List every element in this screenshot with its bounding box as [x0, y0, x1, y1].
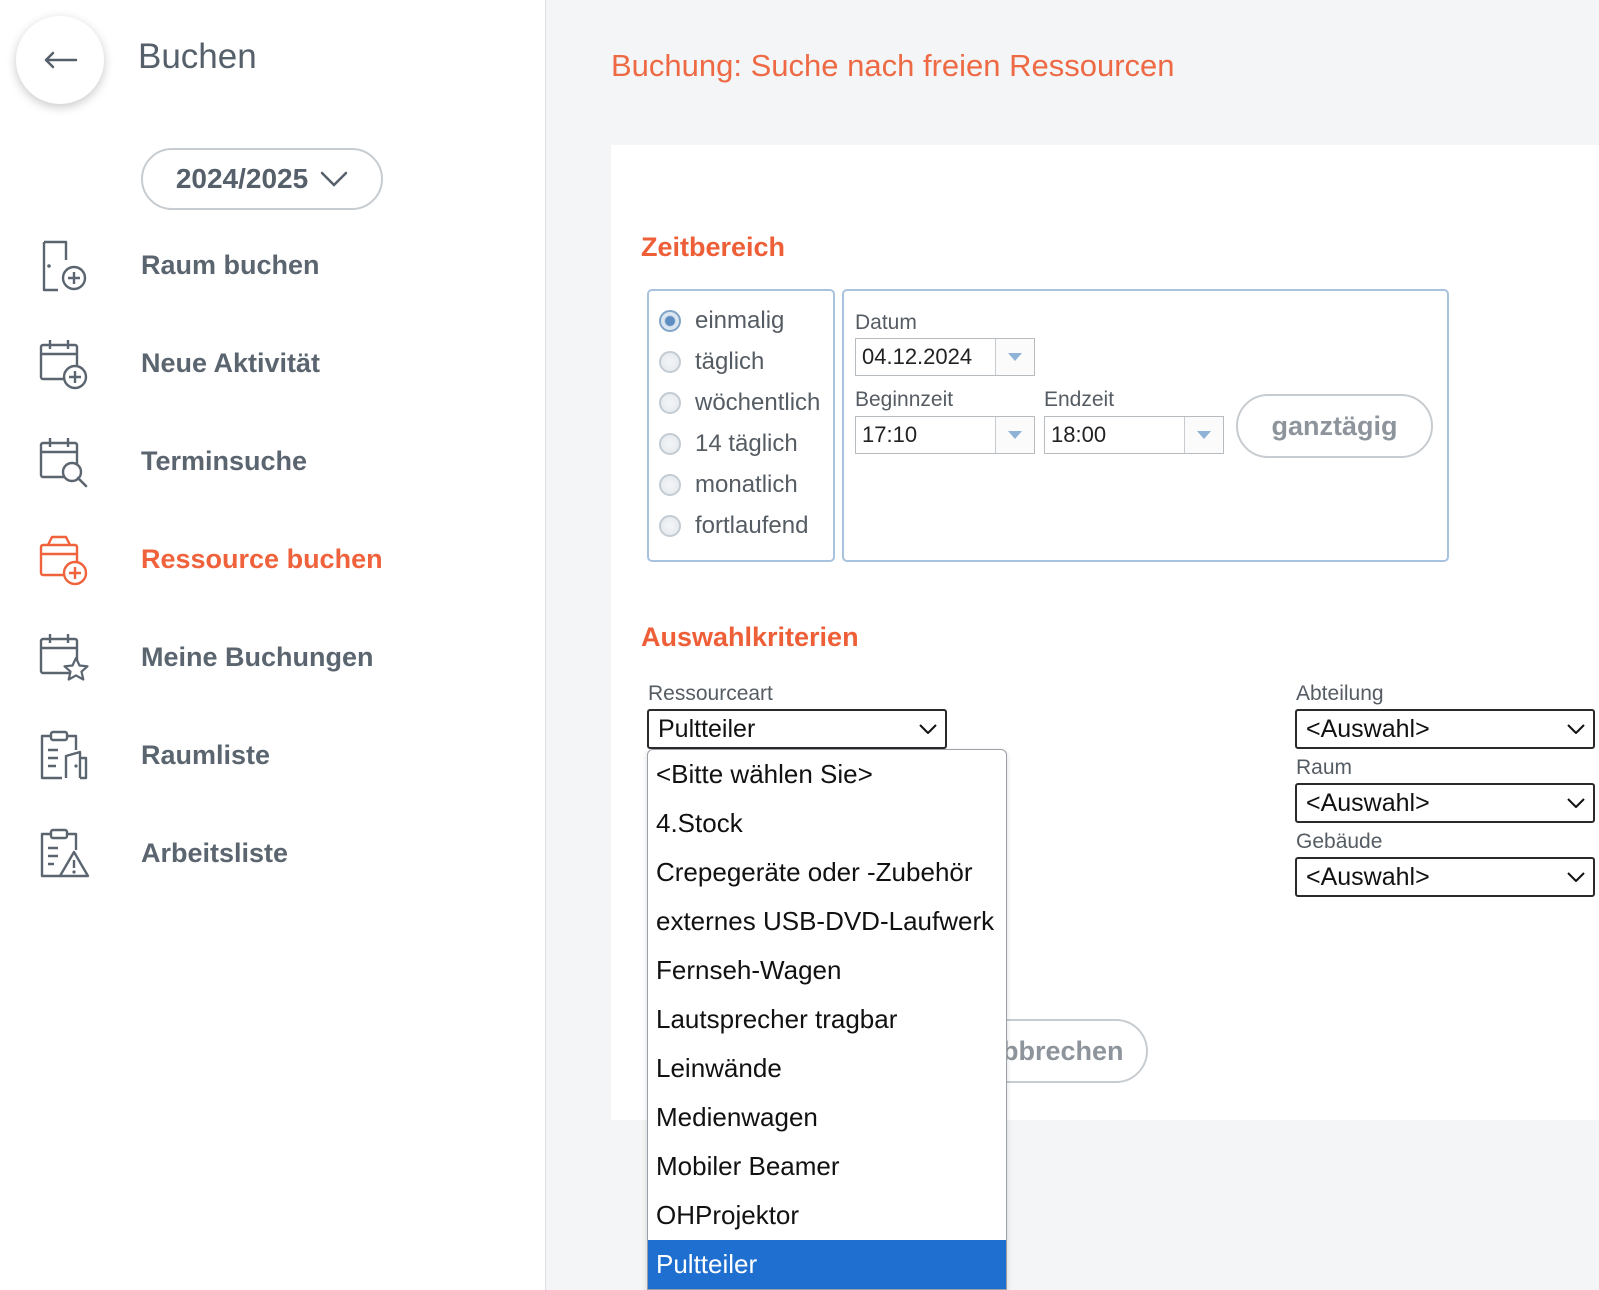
start-time-field[interactable]: 17:10	[855, 416, 1035, 454]
sidebar-item-raumliste[interactable]: Raumliste	[0, 716, 545, 796]
school-year-select[interactable]: 2024/2025	[141, 148, 383, 210]
triangle-down-icon	[1008, 353, 1022, 361]
school-year-value: 2024/2025	[175, 163, 309, 194]
start-time-label: Beginnzeit	[855, 388, 954, 411]
allday-button[interactable]: ganztägig	[1236, 394, 1433, 458]
dropdown-option[interactable]: Fernseh-Wagen	[648, 946, 1006, 995]
chevron-down-icon	[1559, 798, 1593, 808]
sidebar-title: Buchen	[138, 37, 257, 76]
back-button[interactable]	[16, 16, 104, 104]
sidebar-item-label: Raum buchen	[141, 250, 320, 280]
chevron-down-icon	[320, 171, 348, 187]
sidebar-item-label: Terminsuche	[141, 446, 308, 476]
radio-14-taeglich[interactable]: 14 täglich	[659, 426, 798, 462]
dropdown-option[interactable]: Medienwagen	[648, 1093, 1006, 1142]
radio-label: wöchentlich	[695, 389, 821, 416]
radio-button[interactable]	[659, 310, 681, 332]
end-time-dropdown-button[interactable]	[1184, 417, 1223, 453]
section-title-zeitbereich: Zeitbereich	[641, 232, 786, 262]
dropdown-option[interactable]: externes USB-DVD-Laufwerk	[648, 897, 1006, 946]
sidebar-item-arbeitsliste[interactable]: Arbeitsliste	[0, 814, 545, 894]
sidebar-item-raum-buchen[interactable]: Raum buchen	[0, 226, 545, 306]
start-time-value[interactable]: 17:10	[856, 417, 995, 453]
calendar-box-add-icon	[39, 535, 88, 586]
radio-button[interactable]	[659, 433, 681, 455]
radio-label: einmalig	[695, 307, 785, 334]
date-dropdown-button[interactable]	[995, 339, 1034, 375]
radio-button[interactable]	[659, 474, 681, 496]
radio-label: monatlich	[695, 471, 798, 498]
sidebar-item-label: Meine Buchungen	[141, 642, 374, 672]
radio-label: 14 täglich	[695, 430, 798, 457]
resource-type-select[interactable]: Pultteiler	[647, 709, 947, 749]
room-value: <Auswahl>	[1306, 788, 1430, 817]
clipboard-warning-icon	[40, 828, 90, 878]
recurrence-group: einmalig täglich wöchentlich 14 täglich …	[647, 289, 835, 562]
dropdown-option-selected[interactable]: Pultteiler	[648, 1240, 1006, 1289]
dropdown-option[interactable]: <Bitte wählen Sie>	[648, 750, 1006, 799]
sidebar: Buchen 2024/2025 Raum buchen Neue Aktivi…	[0, 0, 546, 1290]
radio-label: fortlaufend	[695, 512, 809, 539]
triangle-down-icon	[1008, 431, 1022, 439]
department-value: <Auswahl>	[1306, 714, 1430, 743]
page-title: Buchung: Suche nach freien Ressourcen	[611, 48, 1175, 83]
room-add-icon	[42, 240, 87, 292]
building-select[interactable]: <Auswahl>	[1295, 857, 1595, 897]
sidebar-item-ressource-buchen[interactable]: Ressource buchen	[0, 520, 545, 600]
radio-einmalig[interactable]: einmalig	[659, 303, 784, 339]
end-time-label: Endzeit	[1044, 388, 1115, 411]
calendar-add-icon	[39, 340, 88, 390]
radio-woechentlich[interactable]: wöchentlich	[659, 385, 820, 421]
date-value[interactable]: 04.12.2024	[856, 339, 995, 375]
building-value: <Auswahl>	[1306, 862, 1430, 891]
resource-type-label: Ressourceart	[648, 682, 773, 705]
chevron-down-icon	[911, 724, 945, 734]
radio-button[interactable]	[659, 351, 681, 373]
end-time-field[interactable]: 18:00	[1044, 416, 1224, 454]
department-label: Abteilung	[1296, 682, 1384, 705]
dropdown-option[interactable]: OHProjektor	[648, 1191, 1006, 1240]
triangle-down-icon	[1197, 431, 1211, 439]
dropdown-option[interactable]: Crepegeräte oder -Zubehör	[648, 848, 1006, 897]
resource-type-dropdown-list[interactable]: <Bitte wählen Sie> 4.Stock Crepegeräte o…	[647, 749, 1007, 1290]
radio-monatlich[interactable]: monatlich	[659, 467, 798, 503]
building-label: Gebäude	[1296, 830, 1383, 853]
clipboard-door-icon	[40, 730, 88, 780]
sidebar-item-neue-aktivitaet[interactable]: Neue Aktivität	[0, 324, 545, 404]
date-label: Datum	[855, 311, 917, 334]
dropdown-option[interactable]: Lautsprecher tragbar	[648, 995, 1006, 1044]
radio-taeglich[interactable]: täglich	[659, 344, 764, 380]
dropdown-option[interactable]: Mobiler Beamer	[648, 1142, 1006, 1191]
start-time-dropdown-button[interactable]	[995, 417, 1034, 453]
radio-button[interactable]	[659, 392, 681, 414]
arrow-left-icon	[44, 51, 78, 69]
sidebar-item-label: Ressource buchen	[141, 544, 383, 574]
dropdown-option[interactable]: 4.Stock	[648, 799, 1006, 848]
end-time-value[interactable]: 18:00	[1045, 417, 1184, 453]
chevron-down-icon	[1559, 724, 1593, 734]
room-select[interactable]: <Auswahl>	[1295, 783, 1595, 823]
calendar-search-icon	[39, 438, 88, 488]
calendar-star-icon	[39, 634, 89, 681]
date-field[interactable]: 04.12.2024	[855, 338, 1035, 376]
radio-label: täglich	[695, 348, 765, 375]
radio-button[interactable]	[659, 515, 681, 537]
sidebar-item-label: Arbeitsliste	[141, 838, 289, 868]
sidebar-item-label: Neue Aktivität	[141, 348, 321, 378]
radio-fortlaufend[interactable]: fortlaufend	[659, 508, 808, 544]
department-select[interactable]: <Auswahl>	[1295, 709, 1595, 749]
resource-type-value: Pultteiler	[658, 714, 756, 743]
section-title-auswahlkriterien: Auswahlkriterien	[641, 622, 859, 652]
chevron-down-icon	[1559, 872, 1593, 882]
room-label: Raum	[1296, 756, 1353, 779]
sidebar-item-meine-buchungen[interactable]: Meine Buchungen	[0, 618, 545, 698]
sidebar-item-terminsuche[interactable]: Terminsuche	[0, 422, 545, 502]
sidebar-item-label: Raumliste	[141, 740, 271, 770]
dropdown-option[interactable]: Leinwände	[648, 1044, 1006, 1093]
